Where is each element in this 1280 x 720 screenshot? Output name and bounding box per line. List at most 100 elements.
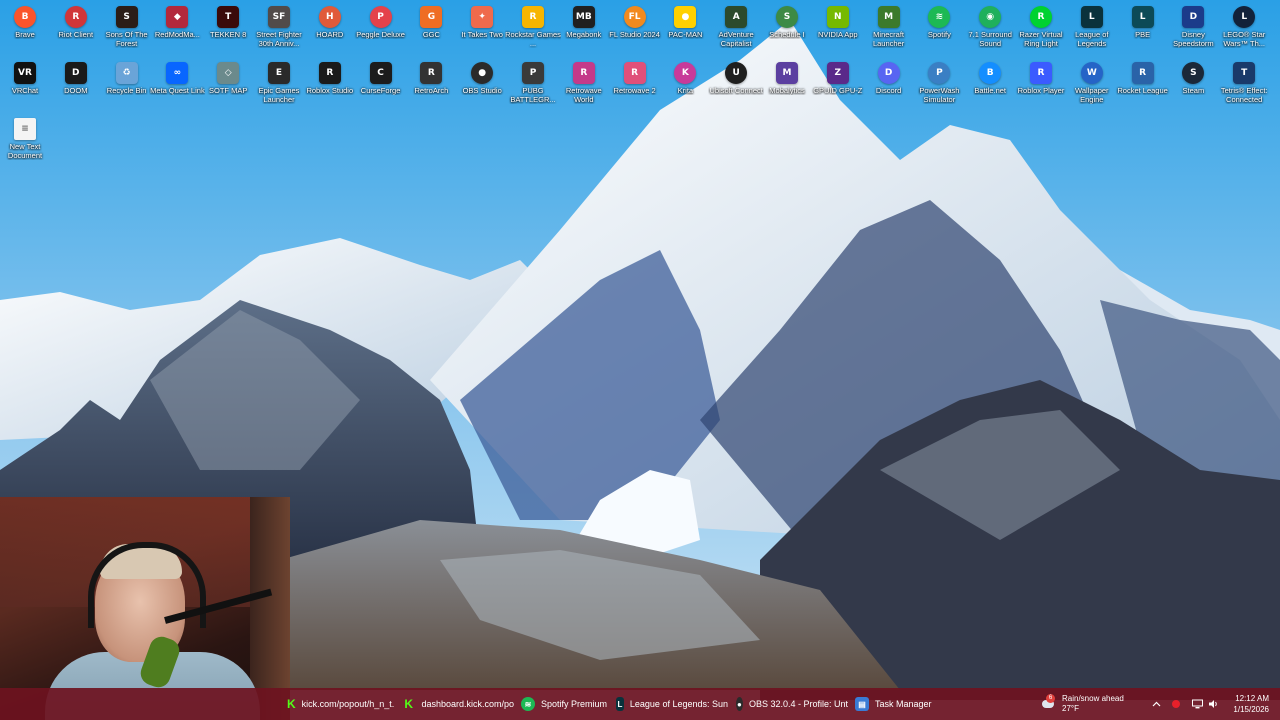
- schedule-icon: S: [776, 6, 798, 28]
- desktop-icon-pacman[interactable]: ● PAC-MAN: [661, 2, 709, 56]
- desktop-icon-redmod[interactable]: ◆ RedModMa...: [153, 2, 201, 56]
- volume-icon[interactable]: [1208, 688, 1219, 720]
- desktop-icon-label: Wallpaper Engine: [1075, 86, 1109, 104]
- minecraft-icon: M: [877, 6, 900, 28]
- taskbar-app-task-manager[interactable]: ▤ Task Manager: [855, 688, 935, 720]
- desktop-icon-ggc[interactable]: G GGC: [407, 2, 455, 56]
- desktop-icon-text-document[interactable]: ≡ New Text Document: [1, 114, 49, 168]
- desktop-icon-mobalytics[interactable]: M Mobalytics: [763, 58, 811, 112]
- desktop-icon-it-takes-two[interactable]: ✦ It Takes Two: [458, 2, 506, 56]
- desktop-icon-brave[interactable]: B Brave: [1, 2, 49, 56]
- retrowave-world-icon: R: [572, 62, 595, 84]
- desktop-icon-label: PUBG BATTLEGR...: [510, 86, 556, 104]
- desktop-icon-powerwash[interactable]: P PowerWash Simulator: [915, 58, 963, 112]
- tetris-effect-icon: T: [1233, 62, 1256, 84]
- hoard-icon: H: [318, 6, 341, 28]
- desktop-icon-disney-speedstorm[interactable]: D Disney Speedstorm: [1169, 2, 1217, 56]
- taskbar-app-label: Spotify Premium: [541, 699, 608, 709]
- sons-forest-icon: S: [115, 6, 138, 28]
- desktop-icon-vrchat[interactable]: VR VRChat: [1, 58, 49, 112]
- taskbar-app-league[interactable]: L League of Legends: Sun: [616, 688, 728, 720]
- desktop-icon-roblox-studio[interactable]: R Roblox Studio: [306, 58, 354, 112]
- desktop-icon-schedule[interactable]: S Schedule I: [763, 2, 811, 56]
- desktop-icon-gpu-z[interactable]: Z GPUID GPU-Z: [813, 58, 862, 112]
- gpu-z-icon: Z: [826, 62, 849, 84]
- desktop-icon-wallpaper-engine[interactable]: W Wallpaper Engine: [1068, 58, 1116, 112]
- tekken-icon: T: [217, 6, 240, 28]
- desktop-icon-sons-forest[interactable]: S Sons Of The Forest: [103, 2, 151, 56]
- desktop-icon-label: Razer Virtual Ring Light: [1019, 30, 1063, 48]
- desktop-icon-label: RedModMa...: [154, 30, 200, 39]
- desktop-icon-rocket-league[interactable]: R Rocket League: [1117, 58, 1168, 112]
- record-indicator-icon[interactable]: [1172, 688, 1180, 720]
- desktop-icon-razer[interactable]: R Razer Virtual Ring Light: [1017, 2, 1065, 56]
- weather-widget[interactable]: 6 Rain/snow ahead 27°F: [1040, 688, 1124, 720]
- desktop-icon-label: TEKKEN 8: [210, 30, 247, 39]
- desktop-icon-retrowave-world[interactable]: R Retrowave World: [560, 58, 608, 112]
- taskbar-app-label: kick.com/popout/h_n_t...: [301, 699, 395, 709]
- desktop-icon-curseforge[interactable]: C CurseForge: [357, 58, 405, 112]
- fl-studio-icon: FL: [623, 6, 646, 28]
- desktop-icon-label: 7.1 Surround Sound: [968, 30, 1012, 48]
- league-icon: L: [1080, 6, 1103, 28]
- desktop-icon-nvidia[interactable]: N NVIDIA App: [814, 2, 862, 56]
- desktop-icon-tekken[interactable]: T TEKKEN 8: [204, 2, 252, 56]
- adventure-capitalist-icon: A: [725, 6, 748, 28]
- weather-temp: 27°F: [1062, 704, 1079, 713]
- desktop-icon-obs[interactable]: ● OBS Studio: [458, 58, 506, 112]
- taskbar-app-obs[interactable]: ● OBS 32.0.4 - Profile: Unt: [736, 688, 848, 720]
- tray-overflow-chevron-icon[interactable]: [1150, 688, 1162, 720]
- desktop-icon-meta-quest[interactable]: ∞ Meta Quest Link: [150, 58, 205, 112]
- desktop-icon-label: Recycle Bin: [106, 86, 147, 95]
- desktop-icon-sotf-map[interactable]: ◇ SOTF MAP: [204, 58, 252, 112]
- desktop-icon-peggle[interactable]: P Peggle Deluxe: [356, 2, 405, 56]
- desktop-icon-label: New Text Document: [7, 142, 43, 160]
- ubisoft-icon: U: [725, 62, 748, 84]
- desktop-icon-retrowave-2[interactable]: R Retrowave 2: [611, 58, 659, 112]
- desktop-icon-label: Steam: [1182, 86, 1205, 95]
- desktop-icon-label: NVIDIA App: [817, 30, 858, 39]
- desktop-icon-riot[interactable]: R Riot Client: [52, 2, 100, 56]
- desktop-icon-rockstar[interactable]: R Rockstar Games ...: [505, 2, 561, 56]
- desktop-icon-adventure-capitalist[interactable]: A AdVenture Capitalist: [712, 2, 760, 56]
- desktop-icon-label: Meta Quest Link: [150, 86, 205, 95]
- clock-time: 12:12 AM: [1235, 694, 1269, 703]
- desktop-icon-megabonk[interactable]: MB Megabonk: [560, 2, 608, 56]
- wallpaper-engine-icon: W: [1080, 62, 1103, 84]
- desktop-icon-recycle-bin[interactable]: ♻ Recycle Bin: [103, 58, 151, 112]
- clock[interactable]: 12:12 AM 1/15/2026: [1227, 688, 1269, 720]
- discord-icon: D: [877, 62, 900, 84]
- desktop-icon-fl-studio[interactable]: FL FL Studio 2024: [609, 2, 660, 56]
- desktop-icon-steam[interactable]: S Steam: [1169, 58, 1217, 112]
- taskbar-app-kick[interactable]: Kkick.com/popout/h_n_t...: [287, 688, 395, 720]
- webcam-overlay: [0, 497, 290, 720]
- desktop-icon-doom[interactable]: D DOOM: [52, 58, 100, 112]
- desktop-icon-lego-star-wars[interactable]: L LEGO® Star Wars™ Th...: [1220, 2, 1268, 56]
- desktop-icon-ubisoft[interactable]: U Ubisoft Connect: [710, 58, 763, 112]
- obs-icon: ●: [736, 697, 743, 711]
- taskbar-app-spotify[interactable]: ≋ Spotify Premium: [521, 688, 609, 720]
- curseforge-icon: C: [369, 62, 392, 84]
- desktop-icon-pubg[interactable]: P PUBG BATTLEGR...: [509, 58, 557, 112]
- desktop-icon-discord[interactable]: D Discord: [865, 58, 913, 112]
- desktop-icon-epic-games[interactable]: E Epic Games Launcher: [255, 58, 303, 112]
- network-icon[interactable]: [1192, 688, 1203, 720]
- desktop-icon-tetris-effect[interactable]: T Tetris® Effect: Connected: [1220, 58, 1268, 112]
- desktop-icon-roblox-player[interactable]: R Roblox Player: [1017, 58, 1065, 112]
- league-icon: L: [616, 697, 624, 711]
- desktop-icon-label: DOOM: [64, 86, 88, 95]
- desktop-icon-street-fighter[interactable]: SF Street Fighter 30th Anniv...: [255, 2, 303, 56]
- meta-quest-icon: ∞: [166, 62, 189, 84]
- roblox-studio-icon: R: [318, 62, 341, 84]
- desktop-icon-spotify[interactable]: ≋ Spotify: [915, 2, 963, 56]
- desktop-icon-label: Minecraft Launcher: [872, 30, 905, 48]
- desktop-icon-minecraft[interactable]: M Minecraft Launcher: [865, 2, 913, 56]
- desktop-icon-retroarch[interactable]: R RetroArch: [407, 58, 455, 112]
- desktop-icon-hoard[interactable]: H HOARD: [306, 2, 354, 56]
- desktop-icon-surround-sound[interactable]: ◉ 7.1 Surround Sound: [966, 2, 1014, 56]
- desktop-icon-krita[interactable]: K Krita: [661, 58, 709, 112]
- desktop-icon-pbe[interactable]: L PBE: [1119, 2, 1167, 56]
- taskbar-app-kick-dashboard[interactable]: Kdashboard.kick.com/po: [402, 688, 514, 720]
- desktop-icon-league[interactable]: L League of Legends: [1068, 2, 1116, 56]
- desktop-icon-battlenet[interactable]: B Battle.net: [966, 58, 1014, 112]
